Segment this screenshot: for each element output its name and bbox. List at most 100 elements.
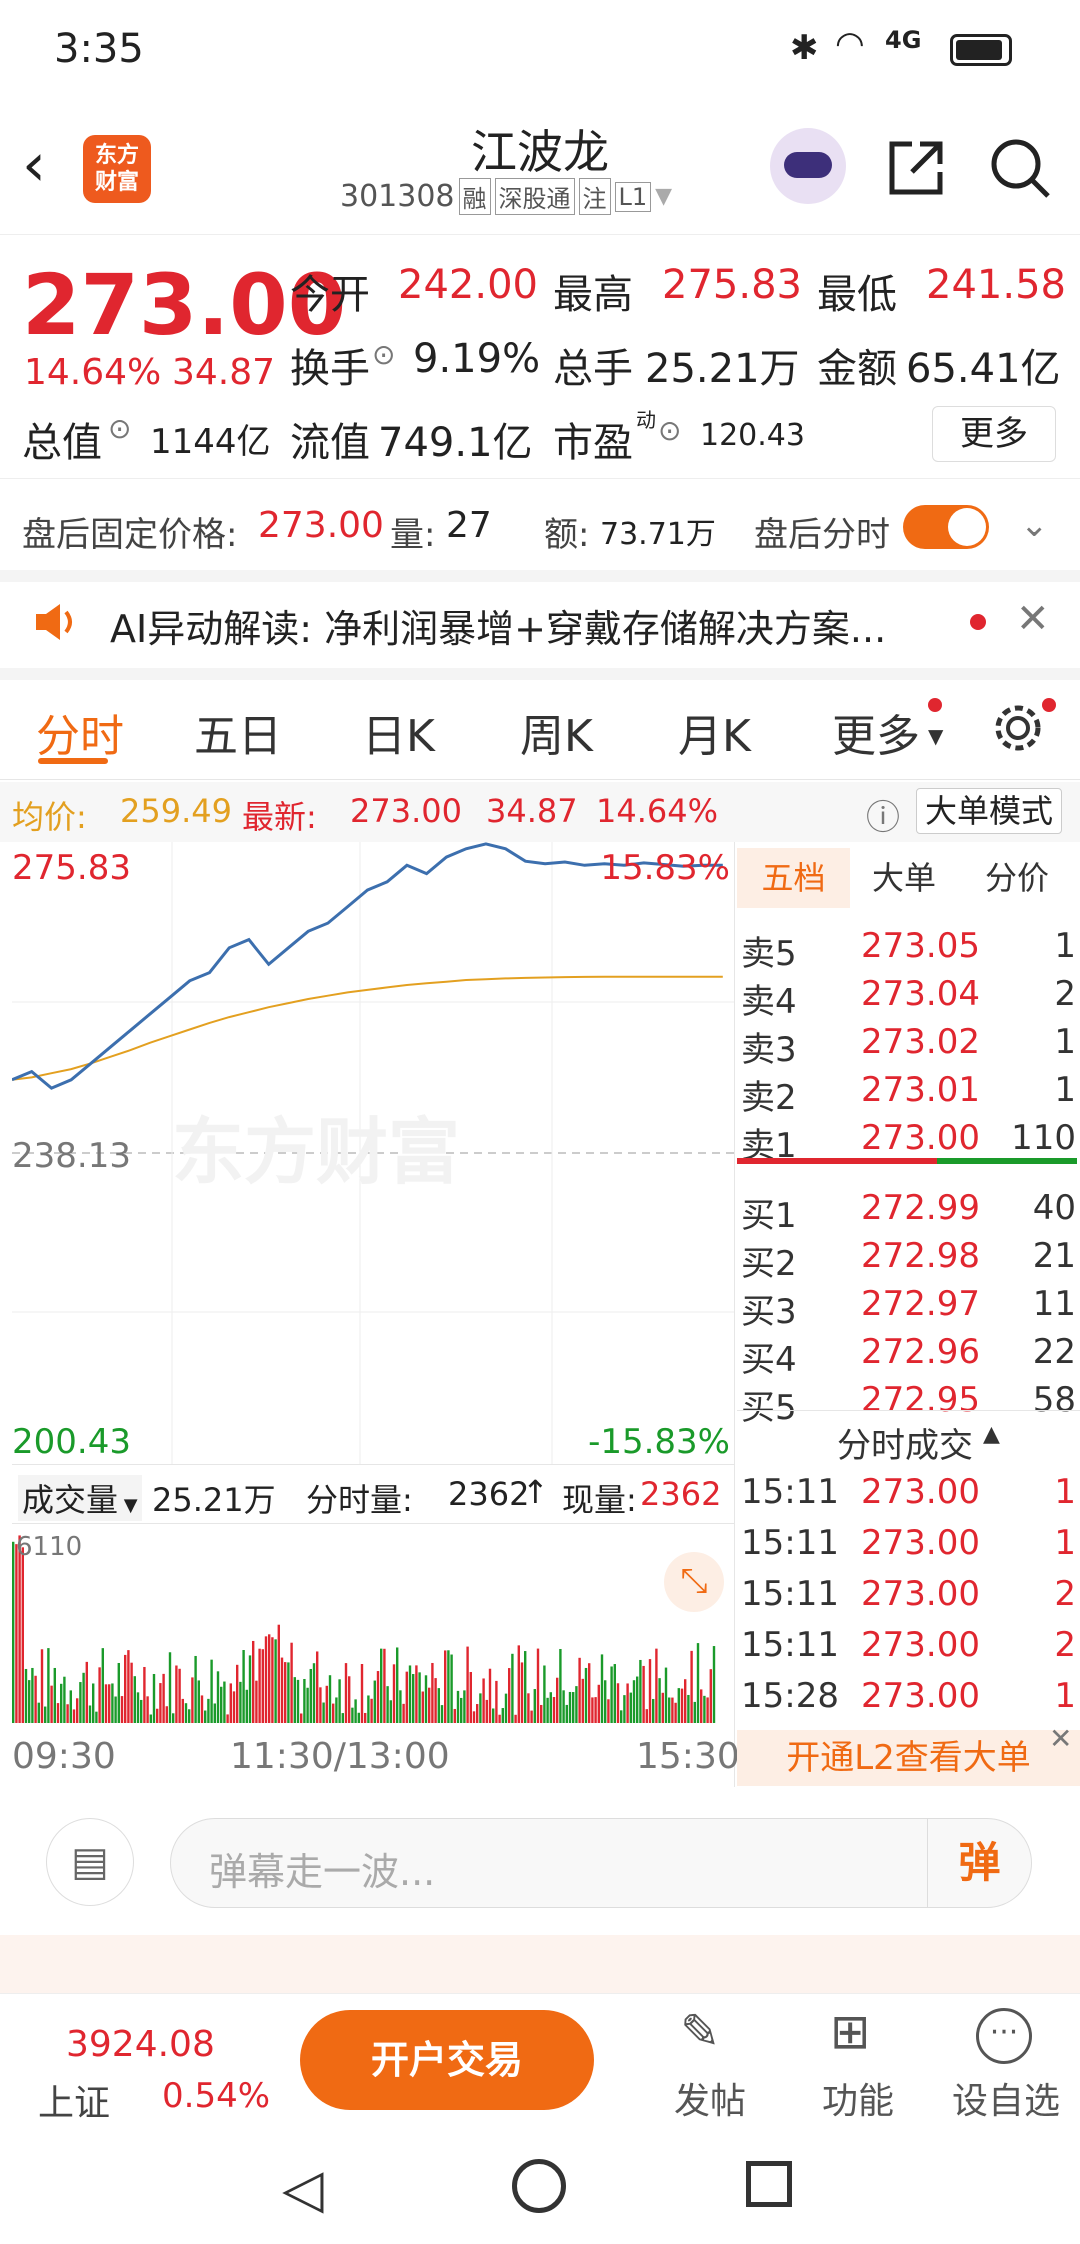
favorite-icon[interactable]: ··· xyxy=(976,2008,1032,2064)
volume-bar xyxy=(216,1671,220,1723)
chevron-down-icon[interactable]: ⌄ xyxy=(1020,505,1049,545)
nav-recent-icon[interactable] xyxy=(746,2161,792,2207)
volume-bar xyxy=(111,1683,114,1723)
trade-qty: 1 xyxy=(1054,1523,1076,1563)
dropdown-icon[interactable]: ▼ xyxy=(655,184,672,209)
volume-bar xyxy=(600,1654,604,1723)
volume-bar xyxy=(268,1634,271,1723)
tab-weekly-k[interactable]: 周K xyxy=(520,700,593,764)
trade-label: 15:28 xyxy=(741,1676,839,1716)
bluetooth-icon: ✱ xyxy=(790,28,819,68)
tab-more[interactable]: 更多 xyxy=(832,700,920,764)
avg-price-line xyxy=(12,975,723,1081)
index-name: 上证 xyxy=(38,2083,111,2124)
active-tab-indicator xyxy=(38,758,108,764)
volume-bar xyxy=(303,1678,306,1723)
volume-bar xyxy=(476,1704,479,1723)
post-icon[interactable]: ✎ xyxy=(680,2004,720,2060)
open-account-trade-button[interactable]: 开户交易 xyxy=(300,2010,594,2110)
volume-bar xyxy=(376,1671,380,1723)
volume-bar xyxy=(546,1697,549,1723)
l2-text: 开通L2查看大单 xyxy=(786,1738,1031,1778)
volume-bar xyxy=(242,1650,245,1723)
expand-icon[interactable]: ⤡ xyxy=(664,1552,724,1612)
volume-chart[interactable] xyxy=(12,1528,734,1728)
nav-back-icon[interactable]: ◁ xyxy=(282,2157,324,2220)
close-icon[interactable]: ✕ xyxy=(1016,596,1050,642)
close-l2-icon[interactable]: ✕ xyxy=(1049,1722,1072,1755)
volume-bar xyxy=(149,1714,152,1723)
ai-robot-icon[interactable] xyxy=(770,128,846,204)
post-label[interactable]: 发帖 xyxy=(674,2072,746,2124)
tab-five-day[interactable]: 五日 xyxy=(194,700,282,764)
volume-bar xyxy=(588,1663,591,1723)
comment-input[interactable]: 弹幕走一波... 弹 xyxy=(170,1818,1032,1908)
nav-home-icon[interactable] xyxy=(512,2159,566,2213)
volume-bar xyxy=(79,1682,82,1723)
tag-margin: 融 xyxy=(458,178,491,215)
volume-bar xyxy=(642,1665,645,1723)
info-icon[interactable]: ⊙ xyxy=(372,338,395,371)
volume-bar xyxy=(152,1673,156,1723)
volume-bar xyxy=(520,1662,524,1723)
intraday-chart-area: 东方财富 275.83 15.83% 238.13 200.43 -15.83%… xyxy=(0,842,740,1787)
buy-qty: 22 xyxy=(1032,1332,1076,1372)
volume-bar xyxy=(396,1647,399,1723)
volume-bar xyxy=(146,1696,149,1723)
red-dot xyxy=(970,614,986,630)
info-icon-3[interactable]: ⊙ xyxy=(658,414,681,447)
after-chart-toggle[interactable] xyxy=(903,505,989,549)
axis-top-pct: 15.83% xyxy=(600,848,730,888)
index-value[interactable]: 3924.08 xyxy=(66,2024,215,2065)
promo-strip xyxy=(0,1935,1080,1995)
help-icon[interactable]: ⓘ xyxy=(866,790,900,839)
tab-intraday[interactable]: 分时 xyxy=(36,700,124,764)
volume-bar xyxy=(444,1650,447,1723)
volume-selector[interactable]: 成交量 ▼ xyxy=(18,1475,142,1521)
tab-big-order[interactable]: 大单 xyxy=(872,848,936,908)
volume-bar xyxy=(709,1669,712,1723)
watermark: 东方财富 xyxy=(172,1110,460,1194)
more-button[interactable]: 更多 xyxy=(932,406,1056,462)
volume-bar xyxy=(456,1690,460,1723)
volume-bar xyxy=(479,1693,482,1723)
volume-bar xyxy=(261,1649,264,1723)
tab-daily-k[interactable]: 日K xyxy=(362,700,435,764)
volume-bar xyxy=(140,1699,143,1723)
bottom-action-bar: 3924.08 上证 0.54% 开户交易 ✎ 发帖 ⊞ 功能 ··· 设自选 xyxy=(0,1993,1080,2124)
volume-bar xyxy=(12,1541,15,1723)
function-grid-icon[interactable]: ⊞ xyxy=(830,2004,870,2060)
volume-bar xyxy=(501,1708,504,1723)
danmaku-button[interactable]: 弹 xyxy=(927,1819,1031,1907)
trade-price: 273.00 xyxy=(861,1574,980,1614)
axis-bottom-pct: -15.83% xyxy=(588,1422,730,1462)
function-label[interactable]: 功能 xyxy=(822,2072,894,2124)
volume-bar xyxy=(485,1699,488,1723)
sell-price: 273.00 xyxy=(861,1118,980,1158)
volume-bar xyxy=(130,1662,133,1723)
latest-change: 34.87 xyxy=(486,792,578,830)
search-icon[interactable] xyxy=(988,136,1052,200)
volume-bar xyxy=(223,1681,226,1723)
trades-title[interactable]: 分时成交 xyxy=(837,1418,973,1467)
info-icon-2[interactable]: ⊙ xyxy=(108,412,131,445)
volume-bar xyxy=(578,1657,581,1723)
buy-price: 272.98 xyxy=(861,1236,980,1276)
l2-upgrade-banner[interactable]: 开通L2查看大单 xyxy=(737,1730,1080,1786)
volume-bar xyxy=(559,1648,562,1723)
big-order-mode-button[interactable]: 大单模式 xyxy=(916,788,1063,834)
after-vol-value: 27 xyxy=(446,505,492,546)
tab-five-level[interactable]: 五档 xyxy=(737,848,850,908)
settings-gear-icon[interactable] xyxy=(990,700,1046,756)
comment-list-icon[interactable]: ▤ xyxy=(46,1818,134,1906)
tab-price-dist[interactable]: 分价 xyxy=(985,848,1049,908)
share-icon[interactable] xyxy=(884,136,948,200)
volume-bar xyxy=(44,1706,47,1723)
volume-bar xyxy=(354,1699,357,1723)
ai-banner[interactable]: AI异动解读: 净利润暴增+穿戴存储解决方案... ✕ xyxy=(0,580,1080,680)
tab-monthly-k[interactable]: 月K xyxy=(678,700,751,764)
volume-bar xyxy=(21,1547,24,1723)
volume-bar xyxy=(607,1699,610,1723)
volume-bar xyxy=(357,1712,360,1723)
favorite-label[interactable]: 设自选 xyxy=(952,2072,1060,2124)
